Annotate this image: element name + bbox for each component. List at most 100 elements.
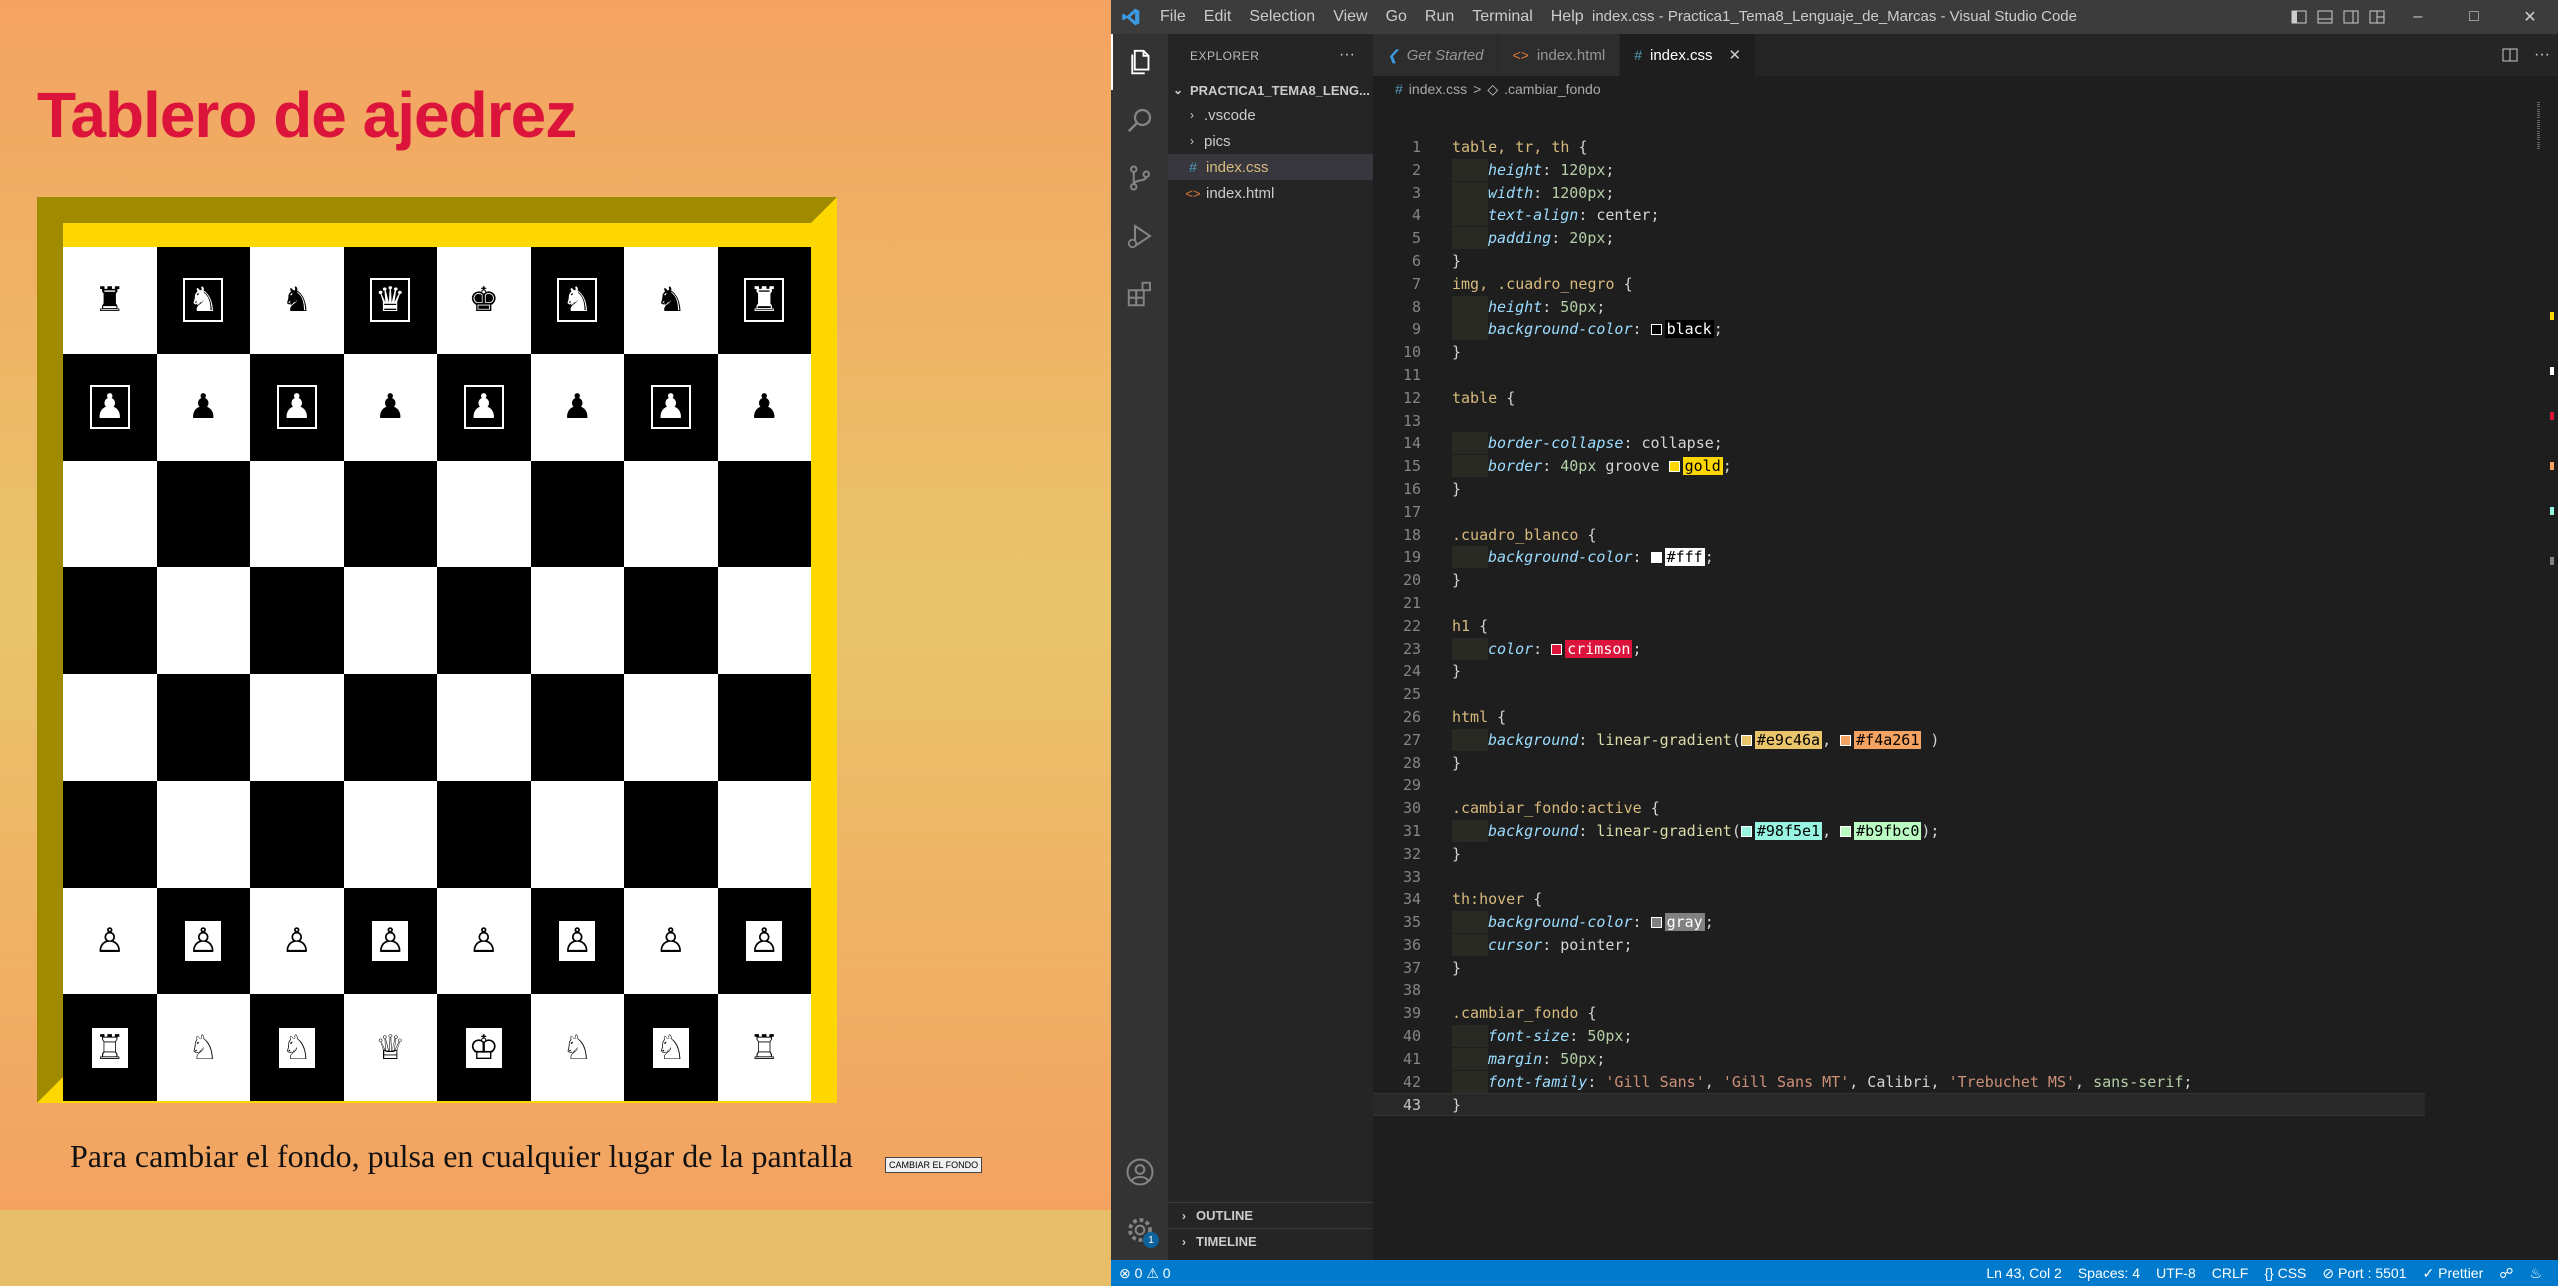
- code-line[interactable]: 41 margin: 50px;: [1373, 1047, 2425, 1071]
- board-square[interactable]: ♙: [63, 887, 157, 995]
- board-square[interactable]: [343, 460, 437, 568]
- breadcrumb-symbol[interactable]: .cambiar_fondo: [1504, 81, 1601, 97]
- board-square[interactable]: [250, 780, 344, 888]
- board-square[interactable]: ♜: [63, 247, 157, 354]
- board-square[interactable]: [437, 780, 531, 888]
- board-square[interactable]: [156, 567, 250, 674]
- customize-layout-icon[interactable]: [2364, 0, 2390, 34]
- code-line[interactable]: 30 .cambiar_fondo:active {: [1373, 797, 2425, 820]
- accounts-icon[interactable]: [1111, 1144, 1168, 1200]
- project-folder-header[interactable]: ⌄ PRACTICA1_TEMA8_LENG...: [1168, 78, 1373, 102]
- board-square[interactable]: [530, 567, 624, 674]
- code-line[interactable]: 36 cursor: pointer;: [1373, 933, 2425, 957]
- code-line[interactable]: 12 table {: [1373, 387, 2425, 410]
- code-line[interactable]: 24}: [1373, 660, 2425, 683]
- board-square[interactable]: [250, 674, 344, 781]
- code-line[interactable]: 34 th:hover {: [1373, 888, 2425, 911]
- color-swatch[interactable]: [1650, 917, 1662, 929]
- board-square[interactable]: [717, 460, 811, 568]
- code-line[interactable]: 10}: [1373, 341, 2425, 364]
- board-square[interactable]: [250, 567, 344, 674]
- board-square[interactable]: [343, 780, 437, 888]
- board-square[interactable]: ♘: [530, 994, 624, 1101]
- code-line[interactable]: 3 width: 1200px;: [1373, 181, 2425, 205]
- feedback-icon[interactable]: ☍: [2491, 1265, 2521, 1282]
- code-line[interactable]: 43}: [1373, 1093, 2425, 1117]
- board-square[interactable]: ♙: [156, 887, 250, 995]
- code-line[interactable]: 17: [1373, 501, 2425, 524]
- board-square[interactable]: [437, 674, 531, 781]
- menu-help[interactable]: Help: [1542, 8, 1593, 26]
- board-square[interactable]: [63, 567, 157, 674]
- more-actions-icon[interactable]: ···: [1339, 46, 1355, 64]
- board-square[interactable]: [343, 674, 437, 781]
- code-line[interactable]: 37}: [1373, 957, 2425, 980]
- code-line[interactable]: 2 height: 120px;: [1373, 158, 2425, 182]
- indentation[interactable]: Spaces: 4: [2070, 1265, 2148, 1281]
- board-square[interactable]: [530, 460, 624, 568]
- code-line[interactable]: 35 background-color: gray;: [1373, 911, 2425, 934]
- color-swatch[interactable]: [1650, 324, 1662, 336]
- minimize-icon[interactable]: –: [2390, 0, 2446, 34]
- code-line[interactable]: 21: [1373, 592, 2425, 615]
- color-swatch[interactable]: [1740, 734, 1752, 746]
- code-line[interactable]: 4 text-align: center;: [1373, 204, 2425, 227]
- code-editor[interactable]: 1 table, tr, th {2 height: 120px; 3 width: 1…: [1373, 136, 2425, 1117]
- language-mode[interactable]: {} CSS: [2256, 1265, 2314, 1281]
- code-line[interactable]: 6}: [1373, 250, 2425, 273]
- code-line[interactable]: 39 .cambiar_fondo {: [1373, 1002, 2425, 1025]
- board-square[interactable]: [624, 780, 718, 888]
- tree-item-index-css[interactable]: # index.css: [1168, 154, 1373, 180]
- board-square[interactable]: [156, 780, 250, 888]
- color-swatch[interactable]: [1840, 825, 1852, 837]
- board-square[interactable]: [530, 780, 624, 888]
- code-line[interactable]: 29: [1373, 774, 2425, 797]
- code-line[interactable]: 31 background: linear-gradient(#98f5e1, #…: [1373, 819, 2425, 843]
- color-swatch[interactable]: [1668, 461, 1680, 473]
- color-swatch[interactable]: [1740, 825, 1752, 837]
- code-line[interactable]: 38: [1373, 979, 2425, 1002]
- board-square[interactable]: ♟: [156, 353, 250, 461]
- board-square[interactable]: ♖: [63, 994, 157, 1101]
- problems-status[interactable]: ⊗ 0 ⚠ 0: [1111, 1265, 1179, 1282]
- more-actions-icon[interactable]: ···: [2526, 34, 2558, 76]
- menu-terminal[interactable]: Terminal: [1463, 8, 1541, 26]
- board-square[interactable]: ♟: [530, 353, 624, 461]
- color-swatch[interactable]: [1840, 734, 1852, 746]
- code-line[interactable]: 26 html {: [1373, 706, 2425, 729]
- board-square[interactable]: [717, 567, 811, 674]
- board-square[interactable]: ♕: [343, 994, 437, 1101]
- board-square[interactable]: ♛: [343, 247, 437, 354]
- board-square[interactable]: ♘: [156, 994, 250, 1101]
- board-square[interactable]: ♟: [343, 353, 437, 461]
- board-square[interactable]: ♙: [530, 887, 624, 995]
- split-editor-icon[interactable]: [2494, 34, 2526, 76]
- menu-edit[interactable]: Edit: [1195, 8, 1241, 26]
- code-line[interactable]: 25: [1373, 683, 2425, 706]
- prettier-status[interactable]: ✓ Prettier: [2415, 1265, 2492, 1282]
- notifications-bell-icon[interactable]: ♨: [2521, 1265, 2550, 1282]
- board-square[interactable]: [156, 674, 250, 781]
- close-tab-icon[interactable]: ✕: [1729, 46, 1742, 64]
- explorer-icon[interactable]: [1111, 34, 1168, 90]
- toggle-secondary-sidebar-icon[interactable]: [2338, 0, 2364, 34]
- board-square[interactable]: [624, 567, 718, 674]
- maximize-icon[interactable]: □: [2446, 0, 2502, 34]
- code-line[interactable]: 23 color: crimson;: [1373, 637, 2425, 661]
- board-square[interactable]: [530, 674, 624, 781]
- board-square[interactable]: ♖: [717, 994, 811, 1101]
- board-square[interactable]: ♚: [437, 247, 531, 354]
- board-square[interactable]: ♙: [343, 887, 437, 995]
- code-line[interactable]: 20}: [1373, 569, 2425, 592]
- tab-index-html[interactable]: <> index.html: [1498, 34, 1621, 76]
- menu-selection[interactable]: Selection: [1240, 8, 1324, 26]
- live-server-port[interactable]: ⊘ Port : 5501: [2314, 1265, 2414, 1282]
- board-square[interactable]: [437, 460, 531, 568]
- code-line[interactable]: 13: [1373, 410, 2425, 433]
- outline-panel-header[interactable]: › OUTLINE: [1168, 1202, 1373, 1228]
- menu-go[interactable]: Go: [1377, 8, 1416, 26]
- code-line[interactable]: 8 height: 50px;: [1373, 295, 2425, 319]
- menu-run[interactable]: Run: [1416, 8, 1463, 26]
- toggle-primary-sidebar-icon[interactable]: [2286, 0, 2312, 34]
- manage-gear-icon[interactable]: 1: [1111, 1202, 1168, 1258]
